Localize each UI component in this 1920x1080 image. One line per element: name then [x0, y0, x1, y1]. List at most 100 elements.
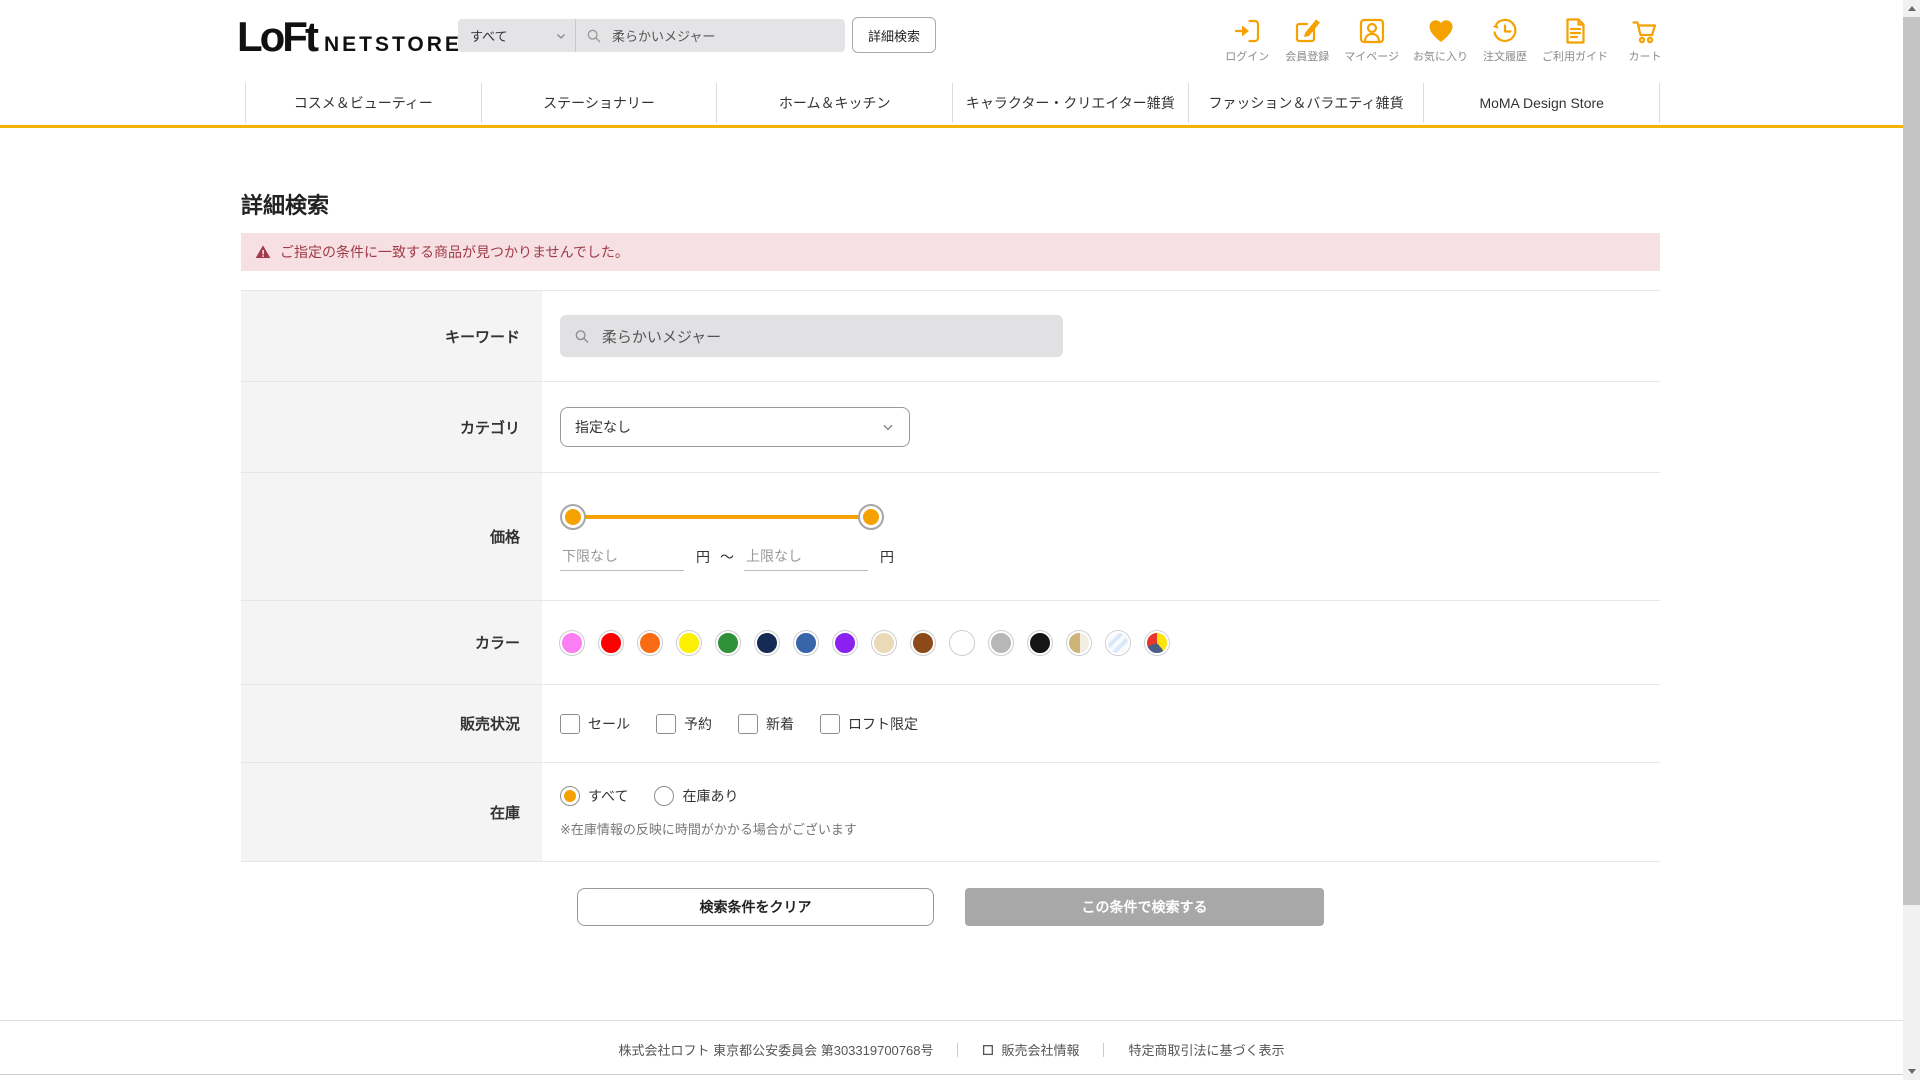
cart-icon: [1630, 14, 1660, 47]
price-slider-min-handle[interactable]: [560, 504, 586, 530]
stock-all-radio[interactable]: [560, 786, 580, 806]
radio-option-in-stock[interactable]: 在庫あり: [654, 786, 738, 806]
cart-label: カート: [1628, 51, 1662, 63]
price-max-unit: 円: [880, 549, 894, 565]
stock-note: ※在庫情報の反映に時間がかかる場合がございます: [560, 822, 857, 837]
new-arrival-checkbox[interactable]: [738, 713, 758, 734]
price-slider-max-handle[interactable]: [858, 504, 884, 530]
color-swatch-yellow[interactable]: [677, 630, 701, 655]
keyword-input[interactable]: [599, 326, 1049, 346]
color-swatch-pink[interactable]: [560, 630, 584, 655]
form-actions: 検索条件をクリア この条件で検索する: [241, 888, 1660, 926]
search-scope-select[interactable]: すべて: [458, 19, 575, 52]
scrollbar-down-button[interactable]: [1903, 1063, 1920, 1080]
color-swatch-purple[interactable]: [833, 630, 857, 655]
loft-limited-checkbox-label: ロフト限定: [848, 715, 918, 732]
stock-all-radio-label: すべて: [588, 788, 629, 804]
color-row-label: カラー: [241, 601, 542, 684]
category-select[interactable]: 指定なし: [560, 407, 910, 447]
search-scope-value: すべて: [470, 29, 508, 44]
in-stock-radio-label: 在庫あり: [682, 788, 739, 804]
footer-divider: [1103, 1042, 1105, 1057]
footer-company-text: 株式会社ロフト 東京都公安委員会 第303319700768号: [618, 1043, 934, 1058]
stock-row-value: すべて 在庫あり ※在庫情報の反映に時間がかかる場合がございます: [542, 763, 1660, 861]
checkbox-option-reservation[interactable]: 予約: [656, 713, 712, 734]
color-swatch-green[interactable]: [716, 630, 740, 655]
price-max-input[interactable]: [744, 546, 868, 571]
color-swatch-navy[interactable]: [755, 630, 779, 655]
price-row-value: 円 ～ 円: [542, 473, 1660, 600]
advanced-search-form: キーワード カテゴリ 指定なし: [241, 290, 1660, 862]
scroll-up-icon: [1907, 6, 1916, 11]
search-icon: [587, 29, 601, 42]
color-swatch-gray[interactable]: [989, 630, 1013, 655]
nav-item-stationery[interactable]: ステーショナリー: [480, 83, 717, 123]
loft-netstore-logo[interactable]: LoFt NETSTORE: [237, 16, 462, 58]
nav-item-home-kitchen[interactable]: ホーム＆キッチン: [716, 83, 952, 123]
footer-link-seller-info[interactable]: 販売会社情報: [982, 1040, 1079, 1059]
color-swatch-gold[interactable]: [1067, 630, 1091, 655]
mypage-link[interactable]: マイページ: [1344, 14, 1399, 64]
sales-status-row: 販売状況 セール 予約 新着 ロフト限定: [241, 685, 1660, 763]
color-swatch-clear[interactable]: [1106, 630, 1130, 655]
radio-option-all[interactable]: すべて: [560, 786, 628, 806]
color-swatch-blue[interactable]: [794, 630, 818, 655]
price-slider-track: [573, 515, 871, 519]
color-swatch-red[interactable]: [599, 630, 623, 655]
scroll-down-icon: [1907, 1069, 1916, 1074]
favorites-icon: [1426, 14, 1456, 47]
order-history-label: 注文履歴: [1483, 51, 1527, 63]
nav-item-character-goods[interactable]: キャラクター・クリエイター雑貨: [952, 83, 1188, 123]
footer-link-tokushoho[interactable]: 特定商取引法に基づく表示: [1128, 1040, 1284, 1059]
color-swatch-white[interactable]: [950, 630, 974, 655]
sales-status-row-value: セール 予約 新着 ロフト限定: [542, 685, 1660, 762]
reservation-checkbox[interactable]: [656, 713, 676, 734]
chevron-down-icon: [557, 33, 565, 39]
search-icon: [575, 329, 589, 343]
new-arrival-checkbox-label: 新着: [766, 715, 794, 732]
order-history-link[interactable]: 注文履歴: [1482, 14, 1528, 64]
checkbox-option-sale[interactable]: セール: [560, 713, 630, 734]
advanced-search-button[interactable]: 詳細検索: [852, 17, 936, 53]
color-swatch-beige[interactable]: [872, 630, 896, 655]
nav-item-fashion-variety[interactable]: ファッション＆バラエティ雑貨: [1187, 83, 1424, 123]
sale-checkbox-label: セール: [588, 715, 630, 732]
color-swatch-multicolor[interactable]: [1145, 630, 1169, 655]
color-swatch-black[interactable]: [1028, 630, 1052, 655]
nav-item-cosme[interactable]: コスメ＆ビューティー: [245, 83, 481, 123]
reservation-checkbox-label: 予約: [684, 715, 712, 732]
logo-loft-text: LoFt: [237, 13, 319, 60]
sale-checkbox[interactable]: [560, 713, 580, 734]
external-link-icon: [983, 1045, 994, 1056]
color-swatch-brown[interactable]: [911, 630, 935, 655]
keyword-row-value: [542, 291, 1660, 381]
favorites-link[interactable]: お気に入り: [1413, 14, 1468, 64]
sales-status-options: セール 予約 新着 ロフト限定: [560, 713, 1660, 734]
sales-status-row-label: 販売状況: [241, 685, 542, 762]
cart-link[interactable]: カート: [1622, 14, 1668, 64]
in-stock-radio[interactable]: [654, 786, 675, 806]
checkbox-option-new[interactable]: 新着: [738, 713, 794, 734]
register-icon: [1292, 14, 1322, 47]
price-min-input[interactable]: [560, 546, 684, 571]
color-swatch-orange[interactable]: [638, 630, 662, 655]
mypage-icon: [1357, 14, 1387, 47]
loft-limited-checkbox[interactable]: [820, 713, 840, 734]
checkbox-option-loft-limited[interactable]: ロフト限定: [820, 713, 918, 734]
register-link[interactable]: 会員登録: [1284, 14, 1330, 64]
price-min-unit: 円: [696, 549, 710, 565]
vertical-scrollbar[interactable]: [1903, 0, 1920, 1080]
scrollbar-thumb[interactable]: [1903, 17, 1920, 905]
search-with-conditions-button[interactable]: この条件で検索する: [965, 888, 1324, 926]
price-row-label: 価格: [241, 473, 542, 600]
header-search-input-wrap: [576, 19, 845, 52]
nav-item-moma[interactable]: MoMA Design Store: [1423, 83, 1661, 123]
header-search-input[interactable]: [610, 27, 824, 44]
category-row-label: カテゴリ: [241, 382, 542, 472]
login-link[interactable]: ログイン: [1224, 14, 1270, 64]
guide-link[interactable]: ご利用ガイド: [1542, 14, 1608, 64]
stock-row: 在庫 すべて 在庫あり ※在庫情報の反映に時間がかかる場合がございます: [241, 763, 1660, 862]
color-swatches: [560, 630, 1660, 655]
scrollbar-up-button[interactable]: [1903, 0, 1920, 17]
clear-search-conditions-button[interactable]: 検索条件をクリア: [577, 888, 934, 926]
